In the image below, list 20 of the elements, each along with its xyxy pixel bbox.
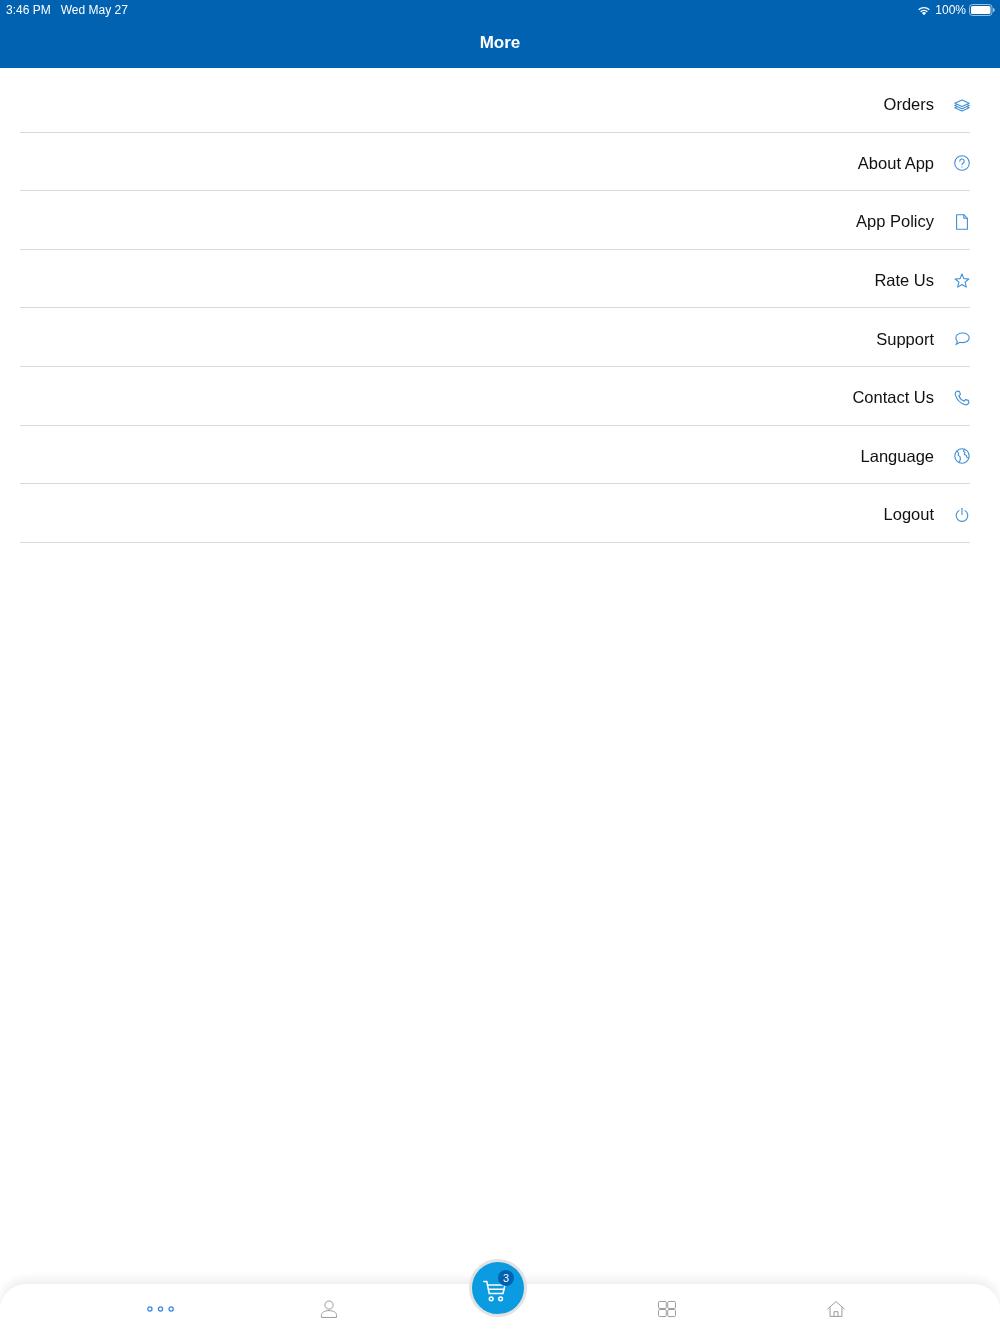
home-icon <box>826 1300 845 1318</box>
document-icon <box>954 214 970 230</box>
screen-title: More <box>479 33 521 53</box>
status-date: Wed May 27 <box>60 3 128 17</box>
cart-count-badge: 3 <box>498 1270 514 1286</box>
grid-icon <box>657 1300 676 1318</box>
power-icon <box>954 506 970 523</box>
battery-icon <box>969 4 995 16</box>
speech-bubble-icon <box>954 331 970 348</box>
globe-icon <box>954 448 970 465</box>
battery-percentage: 100% <box>935 3 966 17</box>
layers-icon <box>954 96 970 113</box>
question-icon <box>954 155 970 172</box>
cart-button[interactable]: 3 <box>469 1259 527 1317</box>
wifi-icon <box>917 4 932 16</box>
status-time: 3:46 PM <box>6 3 51 17</box>
person-icon <box>320 1300 339 1318</box>
star-icon <box>954 272 970 289</box>
ellipsis-icon <box>146 1306 174 1312</box>
phone-icon <box>954 389 970 406</box>
